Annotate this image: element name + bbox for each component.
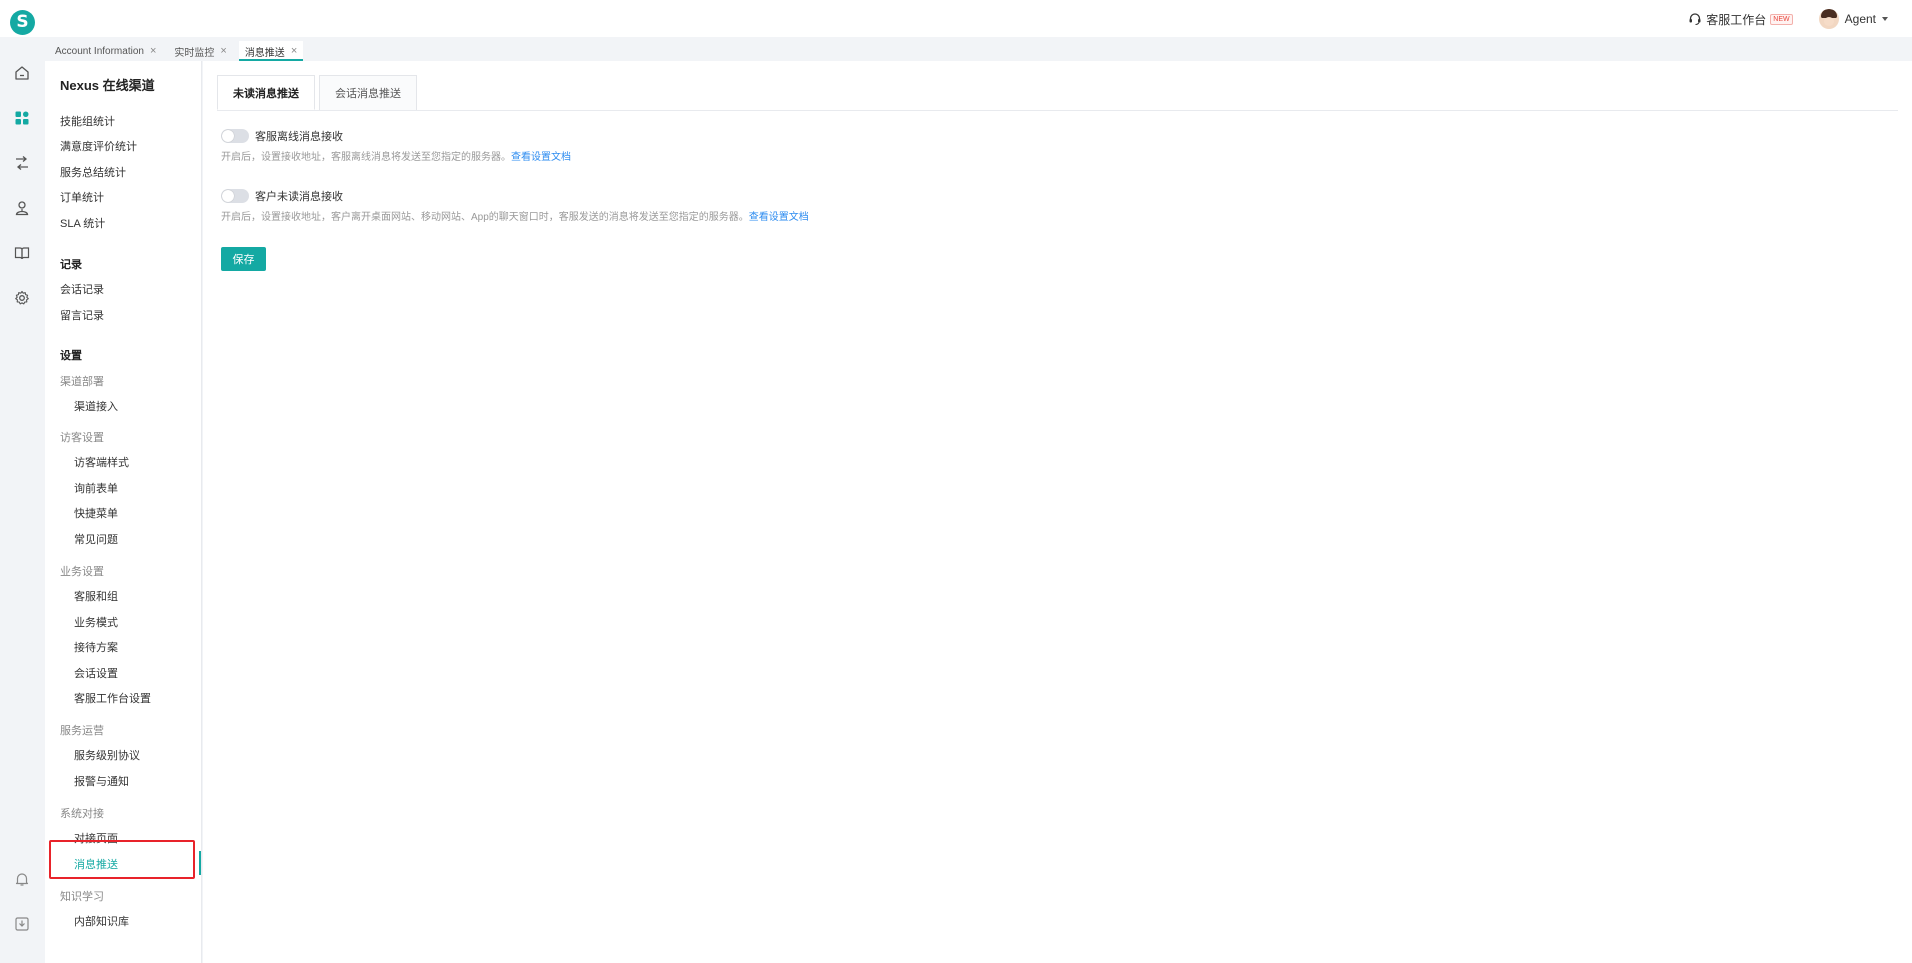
- setting-label: 客户未读消息接收: [255, 191, 343, 203]
- sidebar-item-alerts-notifications[interactable]: 报警与通知: [74, 773, 129, 789]
- sidebar-group-knowledge: 知识学习: [60, 891, 104, 903]
- user-menu[interactable]: Agent: [1818, 9, 1888, 29]
- tab-account-information[interactable]: Account Information ×: [49, 41, 162, 61]
- sidebar-item-service-summary-stats[interactable]: 服务总结统计: [60, 164, 126, 180]
- home-icon[interactable]: [13, 64, 31, 82]
- sidebar-item-channel-access[interactable]: 渠道接入: [74, 398, 118, 414]
- sidebar-group-channel-deploy: 渠道部署: [60, 376, 104, 388]
- tab-realtime-monitor[interactable]: 实时监控 ×: [168, 41, 232, 61]
- gear-icon[interactable]: [13, 289, 31, 307]
- setting-label: 客服离线消息接收: [255, 131, 343, 143]
- avatar: [1818, 9, 1839, 29]
- chevron-down-icon: [1882, 17, 1888, 21]
- sidebar-heading-records: 记录: [60, 259, 82, 271]
- sidebar-item-quick-menu[interactable]: 快捷菜单: [74, 505, 118, 521]
- tab-label: 实时监控: [174, 47, 215, 59]
- sidebar-item-conversation-settings[interactable]: 会话设置: [74, 665, 118, 681]
- agent-workspace-link[interactable]: 客服工作台 NEW: [1688, 11, 1793, 28]
- close-icon[interactable]: ×: [291, 45, 297, 57]
- sidebar-title: Nexus 在线渠道: [60, 78, 155, 93]
- tab-unread-push[interactable]: 未读消息推送: [217, 75, 315, 110]
- sidebar-item-internal-kb[interactable]: 内部知识库: [74, 913, 129, 929]
- description-text: 开启后，设置接收地址，客户离开桌面网站、移动网站、App的聊天窗口时，客服发送的…: [221, 212, 749, 223]
- agent-offline-toggle[interactable]: [221, 129, 249, 143]
- sidebar-item-faq[interactable]: 常见问题: [74, 531, 118, 547]
- setting-description: 开启后，设置接收地址，客户离开桌面网站、移动网站、App的聊天窗口时，客服发送的…: [221, 208, 809, 223]
- customer-unread-toggle[interactable]: [221, 189, 249, 203]
- main-content: 未读消息推送 会话消息推送 客服离线消息接收 开启后，设置接收地址，客服离线消息…: [203, 61, 1912, 963]
- sidebar-item-workspace-settings[interactable]: 客服工作台设置: [74, 690, 151, 706]
- sidebar-item-business-mode[interactable]: 业务模式: [74, 614, 118, 630]
- app-logo[interactable]: S: [10, 10, 35, 35]
- content-tabs: 未读消息推送 会话消息推送: [217, 75, 421, 110]
- setting-customer-unread: 客户未读消息接收 开启后，设置接收地址，客户离开桌面网站、移动网站、App的聊天…: [221, 188, 809, 223]
- sidebar-item-visitor-style[interactable]: 访客端样式: [74, 454, 129, 470]
- sidebar-item-message-push[interactable]: 消息推送: [74, 856, 118, 872]
- sidebar-item-satisfaction-stats[interactable]: 满意度评价统计: [60, 138, 137, 154]
- setting-description: 开启后，设置接收地址，客服离线消息将发送至您指定的服务器。查看设置文档: [221, 148, 571, 163]
- view-docs-link[interactable]: 查看设置文档: [749, 212, 809, 223]
- tab-label: Account Information: [55, 45, 144, 57]
- top-header: S 客服工作台 NEW Agent: [0, 0, 1912, 37]
- sidebar-heading-settings: 设置: [60, 350, 82, 362]
- close-icon[interactable]: ×: [220, 45, 226, 57]
- tabs-divider: [217, 110, 1898, 111]
- book-icon[interactable]: [13, 244, 31, 262]
- sidebar-item-pre-chat-form[interactable]: 询前表单: [74, 480, 118, 496]
- sidebar-item-agents-and-groups[interactable]: 客服和组: [74, 588, 118, 604]
- user-name: Agent: [1844, 12, 1876, 26]
- bell-icon[interactable]: [13, 870, 31, 888]
- sidebar-item-reception-plan[interactable]: 接待方案: [74, 639, 118, 655]
- channel-sidebar: Nexus 在线渠道 技能组统计 满意度评价统计 服务总结统计 订单统计 SLA…: [45, 61, 202, 963]
- new-badge: NEW: [1770, 13, 1793, 25]
- sidebar-group-service-ops: 服务运营: [60, 725, 104, 737]
- save-button[interactable]: 保存: [221, 247, 266, 271]
- sidebar-group-business-settings: 业务设置: [60, 566, 104, 578]
- header-actions: 客服工作台 NEW Agent: [1688, 7, 1888, 31]
- view-docs-link[interactable]: 查看设置文档: [511, 152, 571, 163]
- active-indicator: [199, 851, 201, 875]
- sidebar-item-sla-stats[interactable]: SLA 统计: [60, 215, 105, 231]
- user-service-icon[interactable]: [13, 199, 31, 217]
- sidebar-item-order-stats[interactable]: 订单统计: [60, 189, 104, 205]
- setting-agent-offline: 客服离线消息接收 开启后，设置接收地址，客服离线消息将发送至您指定的服务器。查看…: [221, 128, 571, 163]
- sidebar-item-skill-group-stats[interactable]: 技能组统计: [60, 113, 115, 129]
- routing-icon[interactable]: [13, 154, 31, 172]
- sidebar-item-sla-agreement[interactable]: 服务级别协议: [74, 747, 140, 763]
- close-icon[interactable]: ×: [150, 45, 156, 57]
- dashboard-icon[interactable]: [13, 109, 31, 127]
- download-icon[interactable]: [13, 915, 31, 933]
- sidebar-item-integration-page[interactable]: 对接页面: [74, 830, 118, 846]
- page-tabs: Account Information × 实时监控 × 消息推送 ×: [45, 37, 1912, 61]
- headset-icon: [1689, 13, 1701, 25]
- tab-label: 消息推送: [244, 47, 285, 59]
- tab-message-push[interactable]: 消息推送 ×: [238, 41, 304, 61]
- workspace-label: 客服工作台: [1706, 12, 1767, 27]
- description-text: 开启后，设置接收地址，客服离线消息将发送至您指定的服务器。: [221, 152, 511, 163]
- tab-conversation-push[interactable]: 会话消息推送: [319, 75, 417, 110]
- sidebar-item-message-records[interactable]: 留言记录: [60, 307, 104, 323]
- sidebar-group-visitor-settings: 访客设置: [60, 432, 104, 444]
- sidebar-group-system-integration: 系统对接: [60, 808, 104, 820]
- sidebar-item-conversation-records[interactable]: 会话记录: [60, 281, 104, 297]
- icon-rail: [0, 37, 45, 963]
